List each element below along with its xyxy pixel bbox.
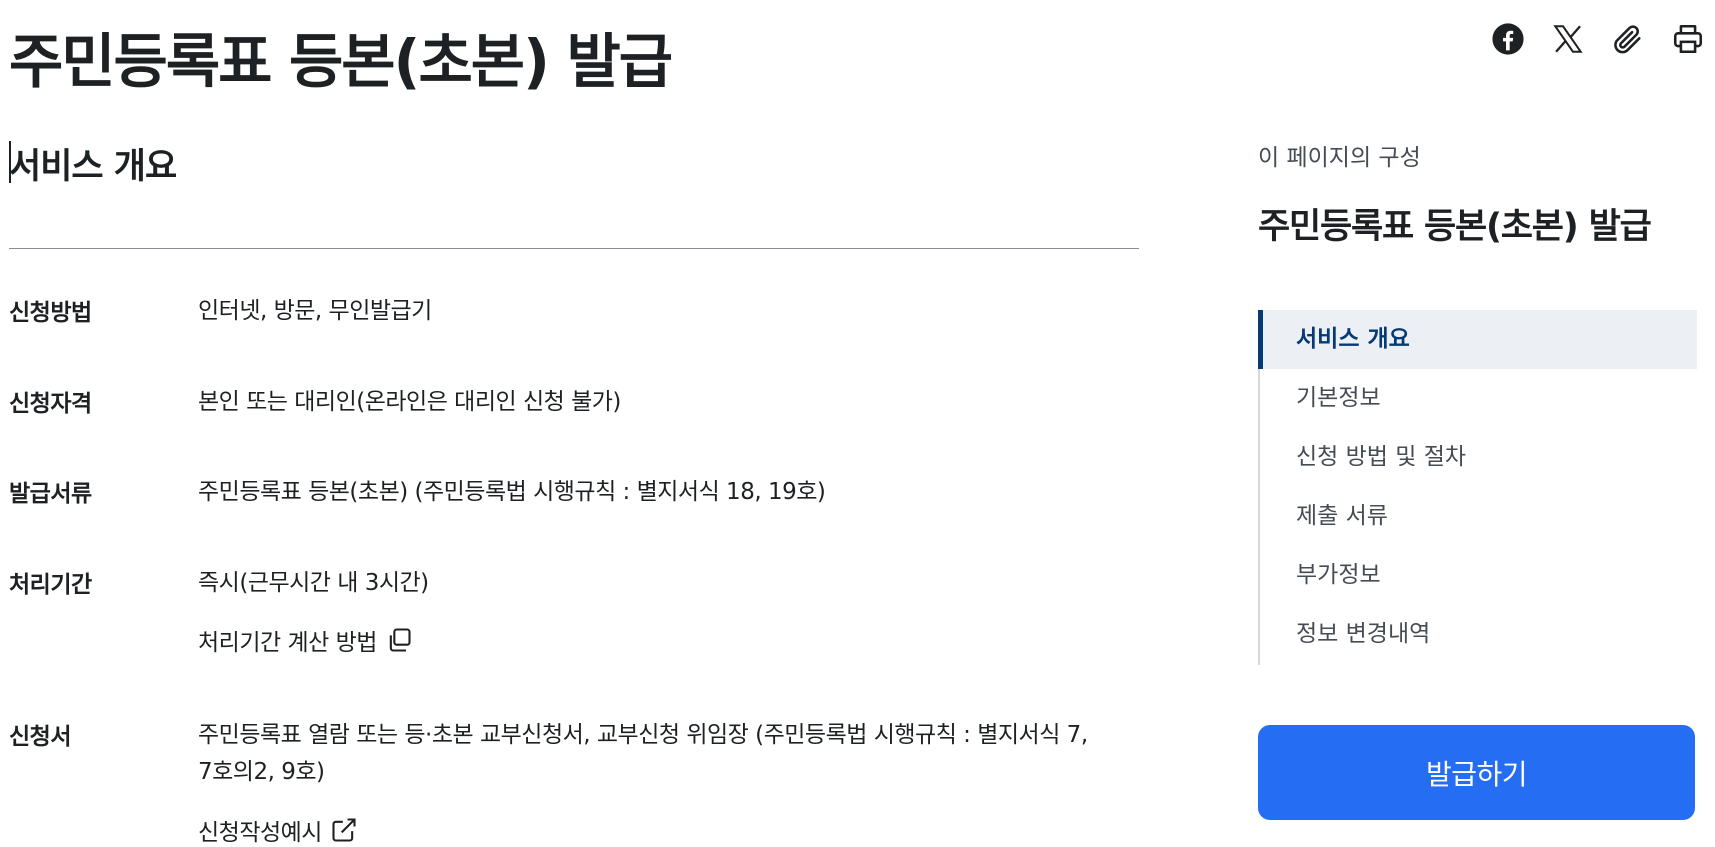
info-value-line: 7호의2, 9호) bbox=[198, 759, 325, 785]
info-value-line: 즉시(근무시간 내 3시간) bbox=[198, 570, 429, 596]
paperclip-icon bbox=[1614, 25, 1641, 54]
facebook-icon bbox=[1492, 23, 1524, 55]
info-value: 주민등록표 등본(초본) (주민등록법 시행규칙 : 별지서식 18, 19호) bbox=[198, 474, 1138, 511]
toc-item-documents[interactable]: 제출 서류 bbox=[1260, 487, 1697, 546]
info-value-line: 주민등록표 열람 또는 등·초본 교부신청서, 교부신청 위임장 (주민등록법 … bbox=[198, 722, 1088, 748]
info-value: 주민등록표 열람 또는 등·초본 교부신청서, 교부신청 위임장 (주민등록법 … bbox=[198, 717, 1138, 791]
section-divider bbox=[9, 248, 1139, 249]
toc-item-basic-info[interactable]: 기본정보 bbox=[1260, 369, 1697, 428]
toc-item-additional-info[interactable]: 부가정보 bbox=[1260, 546, 1697, 605]
info-value-line: 주민등록표 등본(초본) (주민등록법 시행규칙 : 별지서식 18, 19호) bbox=[198, 479, 826, 505]
x-icon bbox=[1553, 25, 1583, 53]
page-title: 주민등록표 등본(초본) 발급 bbox=[9, 27, 673, 96]
external-link-icon bbox=[332, 818, 356, 842]
info-value: 본인 또는 대리인(온라인은 대리인 신청 불가) bbox=[198, 384, 1138, 421]
link-label: 신청작성예시 bbox=[198, 820, 322, 846]
info-label: 신청자격 bbox=[9, 391, 92, 417]
application-example-link[interactable]: 신청작성예시 bbox=[198, 813, 358, 847]
copy-link-button[interactable] bbox=[1598, 20, 1658, 58]
toc-list: 서비스 개요 기본정보 신청 방법 및 절차 제출 서류 부가정보 정보 변경내… bbox=[1258, 310, 1697, 665]
info-label: 처리기간 bbox=[9, 572, 92, 598]
info-value-line: 본인 또는 대리인(온라인은 대리인 신청 불가) bbox=[198, 389, 621, 415]
x-share-button[interactable] bbox=[1538, 20, 1598, 58]
info-label: 신청서 bbox=[9, 724, 71, 750]
printer-icon bbox=[1673, 24, 1703, 54]
facebook-share-button[interactable] bbox=[1478, 20, 1538, 58]
info-value: 즉시(근무시간 내 3시간) bbox=[198, 565, 1138, 602]
toc-item-procedure[interactable]: 신청 방법 및 절차 bbox=[1260, 428, 1697, 487]
info-value-line: 인터넷, 방문, 무인발급기 bbox=[198, 298, 432, 324]
info-label: 신청방법 bbox=[9, 300, 92, 326]
toc-item-overview[interactable]: 서비스 개요 bbox=[1258, 310, 1697, 369]
print-button[interactable] bbox=[1658, 20, 1715, 58]
copy-icon bbox=[389, 628, 411, 652]
section-title-overview: 서비스 개요 bbox=[9, 147, 177, 187]
issue-button[interactable]: 발급하기 bbox=[1258, 725, 1695, 820]
info-label: 발급서류 bbox=[9, 481, 92, 507]
info-value: 인터넷, 방문, 무인발급기 bbox=[198, 293, 1138, 330]
share-toolbar bbox=[1478, 20, 1715, 58]
link-label: 처리기간 계산 방법 bbox=[198, 630, 377, 656]
toc-title: 주민등록표 등본(초본) 발급 bbox=[1258, 207, 1652, 247]
processing-time-calc-link[interactable]: 처리기간 계산 방법 bbox=[198, 623, 413, 657]
toc-item-change-history[interactable]: 정보 변경내역 bbox=[1260, 605, 1697, 664]
toc-caption: 이 페이지의 구성 bbox=[1258, 145, 1421, 171]
